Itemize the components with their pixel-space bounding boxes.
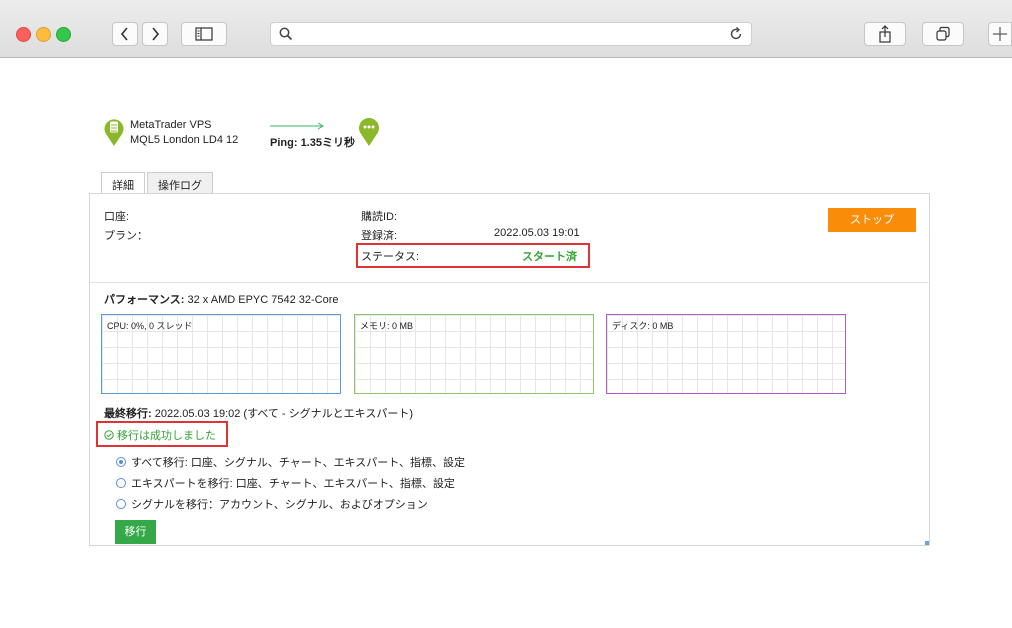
memory-graph-label: メモリ: 0 MB: [360, 321, 414, 331]
migrate-option-all-label: すべて移行: 口座、シグナル、チャート、エキスパート、指標、設定: [131, 457, 466, 469]
status-label: ステータス:: [361, 251, 420, 263]
close-window-button[interactable]: [16, 27, 31, 42]
back-button[interactable]: [112, 22, 138, 46]
check-circle-icon: [104, 430, 114, 440]
plan-label: プラン：: [104, 230, 148, 242]
registered-label: 登録済:: [361, 230, 398, 242]
new-tab-icon: [993, 27, 1007, 41]
stop-button[interactable]: ストップ: [828, 208, 916, 232]
sidebar-button[interactable]: [181, 22, 227, 46]
zoom-window-button[interactable]: [56, 27, 71, 42]
status-value: スタート済: [522, 251, 577, 263]
last-migration-label: 最終移行:: [104, 408, 152, 420]
radio-signals[interactable]: [116, 499, 126, 509]
migrate-option-signals[interactable]: シグナルを移行：アカウント、シグナル、およびオプション: [116, 496, 428, 512]
cpu-graph-label: CPU: 0%, 0 スレッド: [107, 321, 193, 331]
ping-value: 1.35ミリ秒: [300, 137, 355, 149]
cpu-graph: CPU: 0%, 0 スレッド: [101, 314, 341, 394]
sidebar-icon: [195, 27, 213, 41]
vps-server-icon: [104, 119, 124, 146]
share-icon: [879, 25, 891, 43]
back-icon: [120, 27, 128, 41]
migrate-option-signals-label: シグナルを移行：アカウント、シグナル、およびオプション: [131, 499, 428, 511]
last-migration: 最終移行: 2022.05.03 19:02 (すべて - シグナルとエキスパー…: [104, 405, 413, 421]
ping: Ping: 1.35ミリ秒: [270, 134, 355, 150]
memory-graph: メモリ: 0 MB: [354, 314, 594, 394]
account-label: 口座:: [104, 211, 130, 223]
migrate-option-experts-label: エキスパートを移行: 口座、チャート、エキスパート、指標、設定: [131, 478, 455, 490]
radio-all[interactable]: [116, 457, 126, 467]
browser-toolbar: [0, 0, 1012, 58]
migrate-option-experts[interactable]: エキスパートを移行: 口座、チャート、エキスパート、指標、設定: [116, 475, 455, 491]
tabs-overview-button[interactable]: [922, 22, 964, 46]
forward-icon: [152, 27, 160, 41]
registered-value: 2022.05.03 19:01: [494, 227, 580, 239]
new-tab-button[interactable]: [988, 22, 1012, 46]
subscription-id-label: 購読ID:: [361, 211, 398, 223]
performance: パフォーマンス: 32 x AMD EPYC 7542 32-Core: [104, 291, 339, 307]
disk-graph-label: ディスク: 0 MB: [612, 321, 674, 331]
minimize-window-button[interactable]: [36, 27, 51, 42]
migrate-button[interactable]: 移行: [115, 520, 156, 544]
forward-button[interactable]: [142, 22, 168, 46]
radio-experts[interactable]: [116, 478, 126, 488]
disk-graph: ディスク: 0 MB: [606, 314, 846, 394]
search-icon: [279, 27, 293, 41]
performance-label: パフォーマンス:: [104, 294, 185, 306]
performance-value: 32 x AMD EPYC 7542 32-Core: [184, 294, 339, 306]
connection-arrow-icon: [270, 122, 324, 130]
resize-handle[interactable]: [925, 541, 929, 545]
share-button[interactable]: [864, 22, 906, 46]
terminal-chat-icon: [359, 118, 379, 146]
tab-details[interactable]: 詳細: [101, 172, 145, 195]
migrate-option-all[interactable]: すべて移行: 口座、シグナル、チャート、エキスパート、指標、設定: [116, 454, 465, 470]
vps-server-name: MQL5 London LD4 12: [130, 134, 239, 146]
tabs-icon: [936, 26, 950, 41]
address-bar[interactable]: [270, 22, 752, 46]
migration-success: 移行は成功しました: [104, 427, 216, 443]
vps-name: MetaTrader VPS: [130, 119, 212, 131]
last-migration-value: 2022.05.03 19:02 (すべて - シグナルとエキスパート): [151, 408, 413, 420]
tab-operation-log[interactable]: 操作ログ: [147, 172, 213, 194]
panel-divider: [89, 282, 930, 283]
reload-icon[interactable]: [728, 26, 744, 42]
ping-label: Ping:: [270, 137, 301, 149]
migration-success-text: 移行は成功しました: [117, 430, 216, 442]
